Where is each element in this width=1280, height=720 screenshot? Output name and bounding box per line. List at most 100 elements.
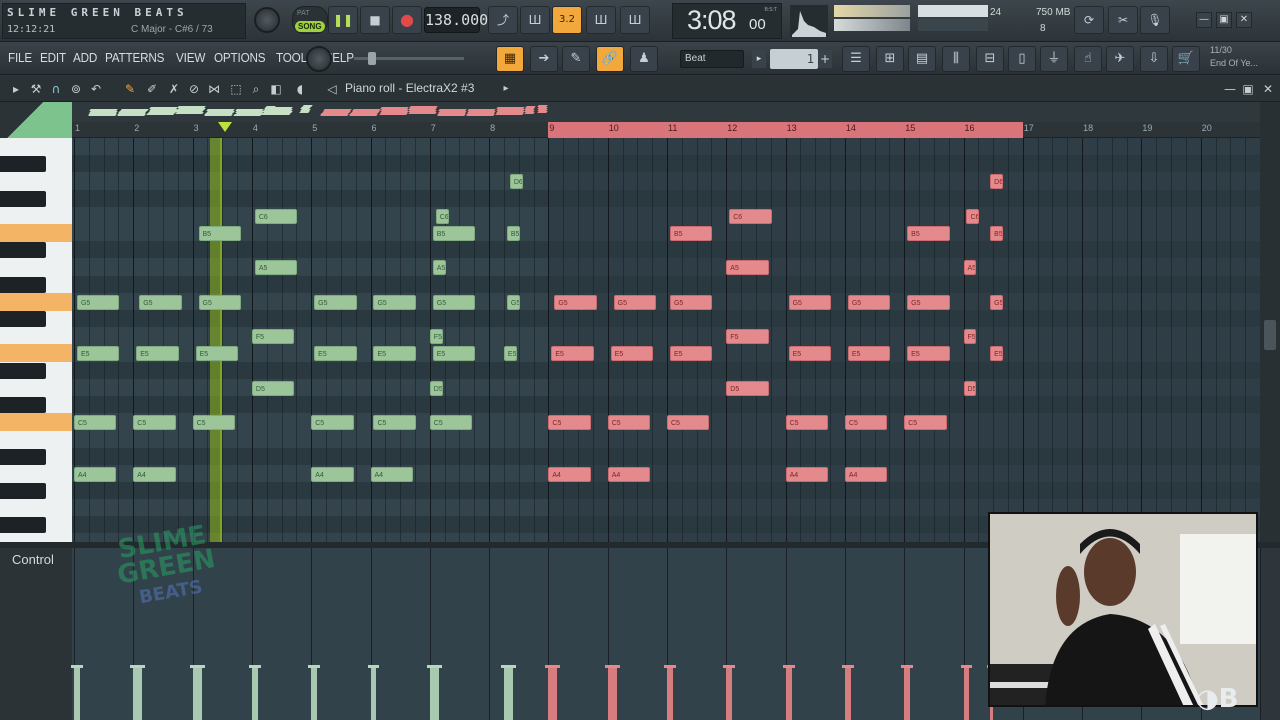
note-c6[interactable]: C6 (729, 208, 772, 224)
bar-number[interactable]: 6 (372, 123, 377, 133)
velocity-handle[interactable] (500, 665, 510, 668)
note-e5[interactable]: E5 (551, 346, 594, 362)
velocity-bar[interactable] (554, 668, 558, 720)
record-icon[interactable]: ⊚ (68, 81, 84, 97)
note-g5[interactable]: G5 (432, 294, 476, 310)
wait-input-button[interactable]: Ш (520, 6, 550, 34)
note-d5[interactable]: D5 (429, 380, 443, 396)
note-a4[interactable]: A4 (844, 466, 888, 482)
piano-key-highlight[interactable] (0, 292, 72, 311)
note-g5[interactable]: G5 (139, 294, 182, 310)
note-e5[interactable]: E5 (990, 346, 1003, 362)
note-d5[interactable]: D5 (251, 380, 295, 396)
velocity-bar[interactable] (195, 668, 199, 720)
master-pitch-slider[interactable] (354, 52, 464, 65)
speaker-icon[interactable]: ◖ (292, 81, 308, 97)
velocity-bar[interactable] (729, 668, 733, 720)
mixer-faders-button[interactable]: ⫼ (942, 46, 970, 72)
note-a4[interactable]: A4 (785, 466, 829, 482)
maximize-button[interactable]: ▣ (1216, 12, 1232, 28)
loop-region[interactable] (548, 122, 1023, 138)
pr-maximize-icon[interactable]: ▣ (1240, 81, 1256, 97)
bar-number[interactable]: 8 (490, 123, 495, 133)
bar-number[interactable]: 20 (1202, 123, 1212, 133)
note-c6[interactable]: C6 (254, 208, 298, 224)
bar-number[interactable]: 4 (253, 123, 258, 133)
velocity-bar[interactable] (133, 668, 137, 720)
vertical-scrollbar[interactable] (1260, 102, 1280, 542)
pattern-prev-button[interactable]: ▸ (752, 50, 766, 68)
bar-number[interactable]: 18 (1083, 123, 1093, 133)
note-a5[interactable]: A5 (963, 260, 977, 276)
note-g5[interactable]: G5 (373, 294, 416, 310)
velocity-bar[interactable] (667, 668, 670, 720)
scrollbar-thumb[interactable] (1264, 320, 1276, 350)
close-button[interactable]: ✕ (1236, 12, 1252, 28)
draw-tool-button[interactable]: ✎ (562, 46, 590, 72)
tempo-display[interactable]: 138.000 (424, 7, 488, 33)
blend-notes-button[interactable]: Ш (586, 6, 616, 34)
note-d6[interactable]: D6 (509, 174, 523, 190)
bar-number[interactable]: 12 (727, 123, 737, 133)
piano-keyboard[interactable] (0, 138, 72, 542)
velocity-handle[interactable] (960, 665, 970, 668)
piano-key-highlight[interactable] (0, 224, 72, 242)
magnet-icon[interactable]: ∩ (48, 81, 64, 97)
velocity-bar[interactable] (907, 668, 911, 720)
note-e5[interactable]: E5 (669, 346, 713, 362)
note-a4[interactable]: A4 (74, 466, 117, 482)
note-g5[interactable]: G5 (314, 294, 357, 310)
note-f5[interactable]: F5 (429, 329, 443, 345)
note-e5[interactable]: E5 (847, 346, 891, 362)
bar-number[interactable]: 9 (549, 123, 554, 133)
velocity-bar[interactable] (548, 668, 552, 720)
note-c5[interactable]: C5 (133, 415, 176, 431)
piano-key-black[interactable] (0, 362, 46, 379)
note-c6[interactable]: C6 (966, 208, 980, 224)
note-a4[interactable]: A4 (370, 466, 413, 482)
stop-button[interactable]: ■ (360, 6, 390, 34)
project-button[interactable]: ▯ (1008, 46, 1036, 72)
bar-number[interactable]: 7 (431, 123, 436, 133)
velocity-bar[interactable] (669, 668, 673, 720)
bar-number[interactable]: 11 (668, 123, 677, 133)
note-f5[interactable]: F5 (726, 329, 769, 345)
plugin-button[interactable]: ⏚ (1040, 46, 1068, 72)
velocity-handle[interactable] (367, 665, 377, 668)
playhead-marker-icon[interactable] (217, 122, 232, 132)
note-e5[interactable]: E5 (432, 346, 476, 362)
velocity-handle[interactable] (782, 665, 792, 668)
note-g5[interactable]: G5 (613, 294, 657, 310)
note-a4[interactable]: A4 (548, 466, 591, 482)
master-volume-knob[interactable] (254, 7, 280, 33)
menu-file[interactable]: FILE (8, 50, 32, 65)
bar-number[interactable]: 10 (609, 123, 619, 133)
zoom-handle[interactable] (0, 102, 72, 138)
touch-button[interactable]: ☝ (1074, 46, 1102, 72)
velocity-bar[interactable] (251, 668, 255, 720)
piano-key-highlight[interactable] (0, 413, 72, 432)
typing-keyboard-button[interactable]: ♟ (630, 46, 658, 72)
note-c5[interactable]: C5 (904, 415, 947, 431)
velocity-bar[interactable] (74, 668, 77, 720)
velocity-bar[interactable] (76, 668, 80, 720)
note-d5[interactable]: D5 (963, 380, 977, 396)
velocity-bar[interactable] (785, 668, 789, 720)
velocity-bar[interactable] (844, 668, 848, 720)
velocity-handle[interactable] (308, 665, 318, 668)
piano-key-black[interactable] (0, 190, 46, 207)
note-b5[interactable]: B5 (907, 226, 950, 241)
mute-icon[interactable]: ⊘ (186, 81, 202, 97)
note-a5[interactable]: A5 (254, 260, 298, 276)
tools-button[interactable]: ✂ (1108, 6, 1138, 34)
piano-key-black[interactable] (0, 483, 46, 499)
mic-button[interactable]: 🎙 (1140, 6, 1170, 34)
velocity-bar[interactable] (726, 668, 730, 720)
note-c5[interactable]: C5 (607, 415, 651, 431)
note-g5[interactable]: G5 (554, 294, 597, 310)
download-button[interactable]: ⇩ (1140, 46, 1168, 72)
note-b5[interactable]: B5 (198, 226, 241, 241)
velocity-handle[interactable] (664, 665, 673, 668)
velocity-bar[interactable] (435, 668, 439, 720)
velocity-bar[interactable] (198, 668, 202, 720)
